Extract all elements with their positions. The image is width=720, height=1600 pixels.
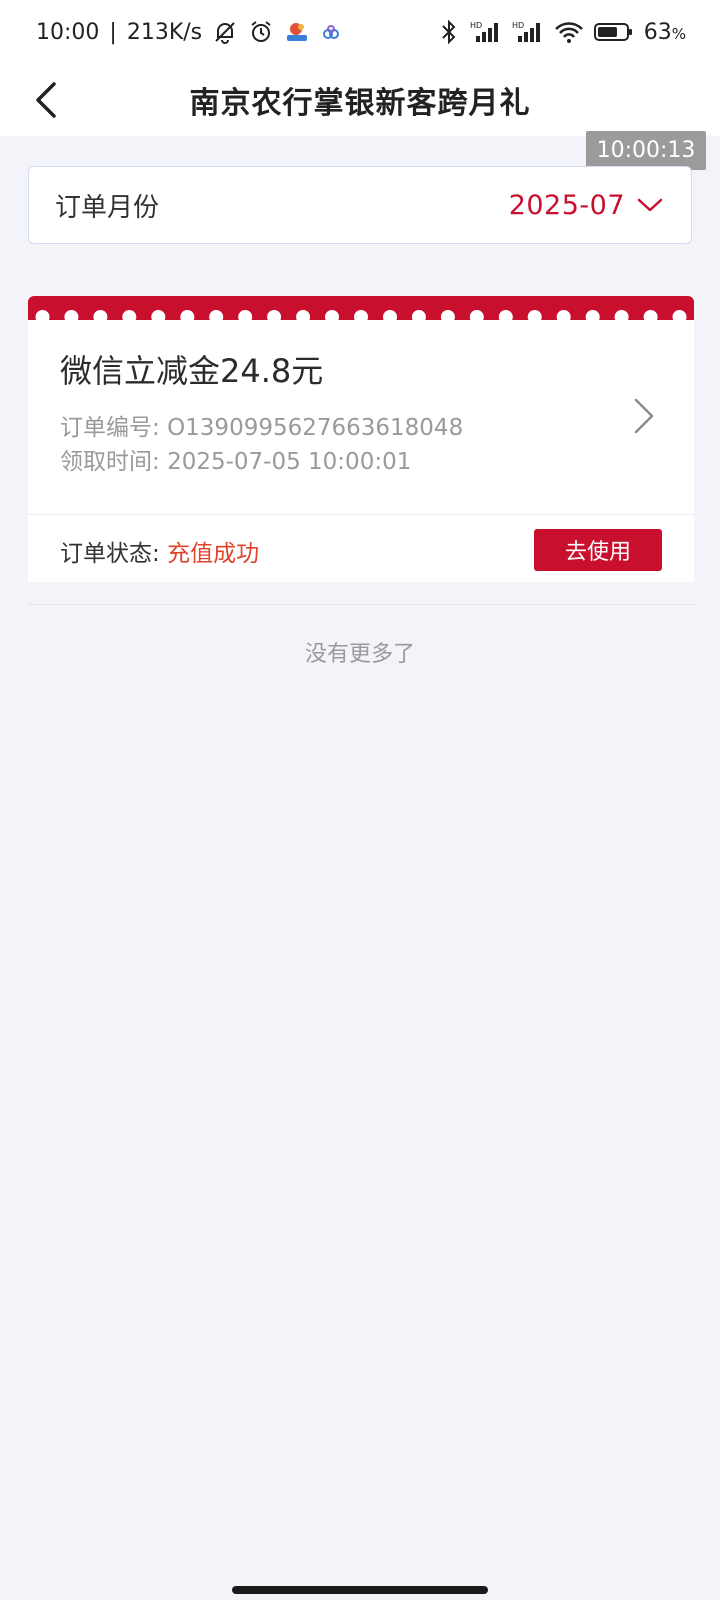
order-number-line: 订单编号: O1390995627663618048	[60, 408, 463, 442]
scallop-dot	[325, 310, 339, 324]
status-separator: |	[109, 19, 117, 45]
list-separator	[28, 604, 694, 605]
network-speed: 213K/s	[126, 19, 203, 45]
scallop-dot	[672, 310, 687, 324]
scallop-dot	[180, 310, 195, 324]
scallop-dot	[267, 310, 282, 324]
order-number-label: 订单编号:	[60, 415, 160, 441]
claim-time: 2025-07-05 10:00:01	[167, 449, 412, 475]
status-right: HD HD 63%	[438, 19, 686, 45]
wifi-icon	[554, 19, 584, 45]
scallop-dot	[296, 310, 311, 324]
scallop-dot	[151, 310, 166, 324]
title-bar: 南京农行掌银新客跨月礼	[0, 64, 720, 136]
order-title: 微信立减金24.8元	[60, 352, 324, 390]
scallop-dot	[64, 310, 79, 324]
chevron-right-icon[interactable]	[628, 396, 658, 436]
scallop-dot	[585, 310, 600, 324]
bell-off-icon	[212, 19, 238, 45]
svg-text:HD: HD	[470, 21, 482, 30]
order-status-label: 订单状态:	[60, 541, 160, 567]
battery-unit: %	[671, 24, 686, 43]
use-button[interactable]: 去使用	[534, 529, 662, 571]
scallop-dot	[238, 310, 253, 324]
scallop-dot	[527, 310, 542, 324]
svg-text:HD: HD	[512, 21, 524, 30]
scallop-dot	[354, 310, 368, 324]
scallop-dot	[383, 310, 397, 324]
month-selector[interactable]: 订单月份 2025-07	[28, 166, 692, 244]
scallop-dot	[498, 310, 513, 324]
chevron-left-icon	[36, 82, 56, 118]
back-button[interactable]	[22, 76, 70, 124]
battery-level: 63%	[643, 19, 686, 45]
scallop-dot	[556, 310, 571, 324]
scallop-dot	[643, 310, 658, 324]
scallop-dot	[411, 310, 426, 324]
scallop-dot	[469, 310, 484, 324]
scallop-dot	[93, 310, 108, 324]
card-scallop-edge	[35, 310, 687, 324]
app-badge-icon	[284, 19, 310, 45]
home-indicator[interactable]	[232, 1586, 488, 1594]
month-value-wrap[interactable]: 2025-07	[509, 190, 663, 221]
status-left: 10:00 | 213K/s	[36, 19, 342, 45]
month-label: 订单月份	[55, 192, 160, 223]
scallop-dot	[440, 310, 455, 324]
no-more-text: 没有更多了	[304, 642, 415, 667]
order-card[interactable]: 微信立减金24.8元 订单编号: O1390995627663618048 领取…	[28, 296, 694, 582]
scallop-dot	[209, 310, 224, 324]
cloud-app-icon	[320, 21, 342, 43]
scallop-dot	[614, 310, 629, 324]
status-bar: 10:00 | 213K/s HD HD 63%	[0, 0, 720, 64]
scallop-dot	[35, 310, 50, 324]
order-status-value: 充值成功	[167, 541, 260, 567]
order-number: O1390995627663618048	[167, 415, 464, 441]
scallop-dot	[122, 310, 137, 324]
time-overlay: 10:00:13	[586, 131, 706, 170]
status-time: 10:00	[36, 19, 100, 45]
hd-signal-icon: HD	[512, 19, 544, 45]
hd-signal-icon: HD	[470, 19, 502, 45]
page-title: 南京农行掌银新客跨月礼	[189, 86, 531, 121]
battery-icon	[593, 21, 634, 43]
order-status: 订单状态: 充值成功	[60, 534, 259, 568]
alarm-icon	[248, 19, 274, 45]
card-divider	[28, 514, 694, 515]
month-value: 2025-07	[508, 189, 625, 221]
claim-time-line: 领取时间: 2025-07-05 10:00:01	[60, 442, 411, 476]
chevron-down-icon	[637, 198, 663, 212]
claim-time-label: 领取时间:	[60, 449, 160, 475]
bluetooth-icon	[438, 19, 460, 45]
